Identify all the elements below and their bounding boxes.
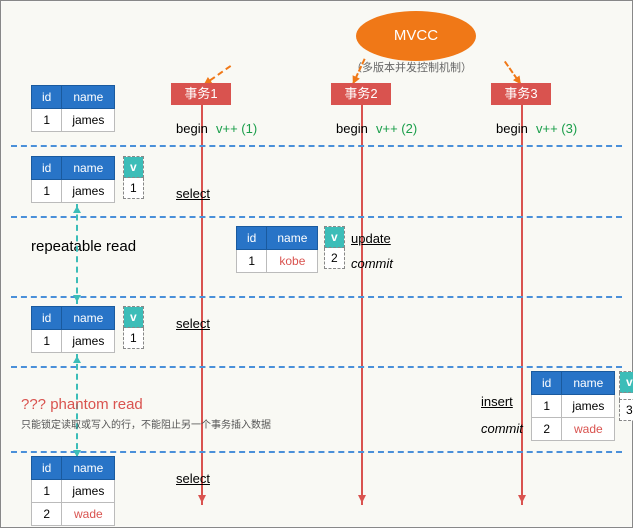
commit-op: commit [481, 421, 523, 436]
commit-op: commit [351, 256, 393, 271]
snapshot-tx2: idname 1kobe [236, 226, 318, 273]
select-op: select [176, 471, 210, 486]
version-box: v1 [123, 156, 144, 199]
select-op: select [176, 316, 210, 331]
divider [11, 145, 622, 147]
begin-text: begin [176, 121, 208, 136]
repeatable-read-label: repeatable read [31, 238, 136, 255]
snapshot-tx3: idname 1james 2wade [531, 371, 615, 441]
tx1-timeline [201, 105, 203, 505]
phantom-read-label: ??? phantom read [21, 396, 143, 413]
mvcc-subtitle: （多版本并发控制机制） [351, 59, 472, 75]
version-box: v2 [324, 226, 345, 269]
divider [11, 366, 622, 368]
divider [11, 216, 622, 218]
divider [11, 296, 622, 298]
version-box: v3 [619, 371, 633, 421]
divider [11, 451, 622, 453]
tx3-label: 事务3 [491, 83, 551, 105]
diagram-frame: MVCC （多版本并发控制机制） 事务1 事务2 事务3 begin v++ (… [0, 0, 633, 528]
begin-text: begin [496, 121, 528, 136]
tx2-timeline [361, 105, 363, 505]
link-icon [76, 204, 78, 304]
tx3-timeline [521, 105, 523, 505]
version-inc: v++ (3) [536, 121, 577, 136]
version-inc: v++ (2) [376, 121, 417, 136]
version-box: v1 [123, 306, 144, 349]
snapshot-v1-again: idname 1james [31, 306, 115, 353]
tx2-label: 事务2 [331, 83, 391, 105]
update-op: update [351, 231, 391, 246]
snapshot-initial: idname 1james [31, 85, 115, 132]
insert-op: insert [481, 394, 513, 409]
tx1-label: 事务1 [171, 83, 231, 105]
version-inc: v++ (1) [216, 121, 257, 136]
select-op: select [176, 186, 210, 201]
snapshot-v1: idname 1james [31, 156, 115, 203]
snapshot-final: idname 1james 2wade [31, 456, 115, 526]
begin-text: begin [336, 121, 368, 136]
phantom-note: 只能锁定读取或写入的行，不能阻止另一个事务插入数据 [21, 416, 271, 431]
mvcc-badge: MVCC [356, 11, 476, 61]
